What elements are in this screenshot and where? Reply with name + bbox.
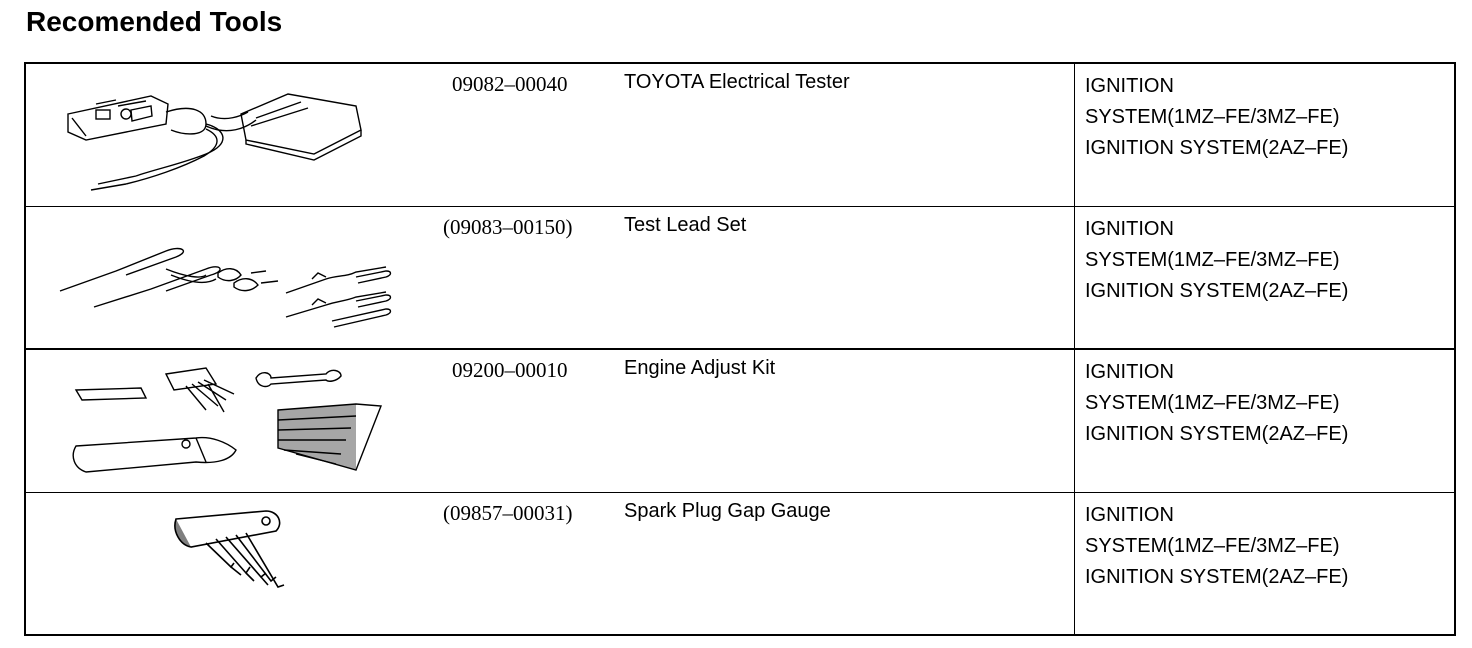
part-number: (09857–00031) — [443, 501, 573, 525]
usage-line: IGNITION — [1085, 504, 1174, 526]
usage-line: IGNITION SYSTEM(2AZ–FE) — [1085, 423, 1349, 445]
spark-plug-gap-gauge-illustration — [174, 510, 285, 588]
tool-row: (09857–00031) Spark Plug Gap Gauge IGNIT… — [26, 493, 1454, 634]
usage-line: IGNITION SYSTEM(2AZ–FE) — [1085, 566, 1349, 588]
usage-list: IGNITION SYSTEM(1MZ–FE/3MZ–FE) IGNITION … — [1085, 71, 1445, 164]
usage-line: IGNITION — [1085, 218, 1174, 240]
part-name: Test Lead Set — [624, 214, 747, 236]
electrical-tester-illustration — [67, 93, 362, 191]
usage-line: SYSTEM(1MZ–FE/3MZ–FE) — [1085, 392, 1340, 414]
part-number: (09083–00150) — [443, 215, 573, 239]
usage-line: SYSTEM(1MZ–FE/3MZ–FE) — [1085, 106, 1340, 128]
part-number: 09200–00010 — [452, 358, 568, 382]
part-name: Spark Plug Gap Gauge — [624, 500, 831, 522]
engine-adjust-kit-illustration — [72, 367, 382, 473]
usage-line: IGNITION — [1085, 75, 1174, 97]
usage-line: IGNITION SYSTEM(2AZ–FE) — [1085, 137, 1349, 159]
usage-list: IGNITION SYSTEM(1MZ–FE/3MZ–FE) IGNITION … — [1085, 214, 1445, 307]
usage-line: IGNITION — [1085, 361, 1174, 383]
tools-table: 09082–00040 TOYOTA Electrical Tester IGN… — [24, 62, 1456, 636]
usage-line: SYSTEM(1MZ–FE/3MZ–FE) — [1085, 249, 1340, 271]
usage-list: IGNITION SYSTEM(1MZ–FE/3MZ–FE) IGNITION … — [1085, 500, 1445, 593]
tool-row: 09082–00040 TOYOTA Electrical Tester IGN… — [26, 64, 1454, 207]
usage-list: IGNITION SYSTEM(1MZ–FE/3MZ–FE) IGNITION … — [1085, 357, 1445, 450]
usage-line: SYSTEM(1MZ–FE/3MZ–FE) — [1085, 535, 1340, 557]
part-name: TOYOTA Electrical Tester — [624, 71, 850, 93]
test-lead-set-illustration — [59, 247, 392, 328]
part-name: Engine Adjust Kit — [624, 357, 776, 379]
tool-row: (09083–00150) Test Lead Set IGNITION SYS… — [26, 207, 1454, 350]
part-number: 09082–00040 — [452, 72, 568, 96]
tool-row: 09200–00010 Engine Adjust Kit IGNITION S… — [26, 350, 1454, 493]
usage-line: IGNITION SYSTEM(2AZ–FE) — [1085, 280, 1349, 302]
page-title: Recomended Tools — [26, 6, 283, 37]
